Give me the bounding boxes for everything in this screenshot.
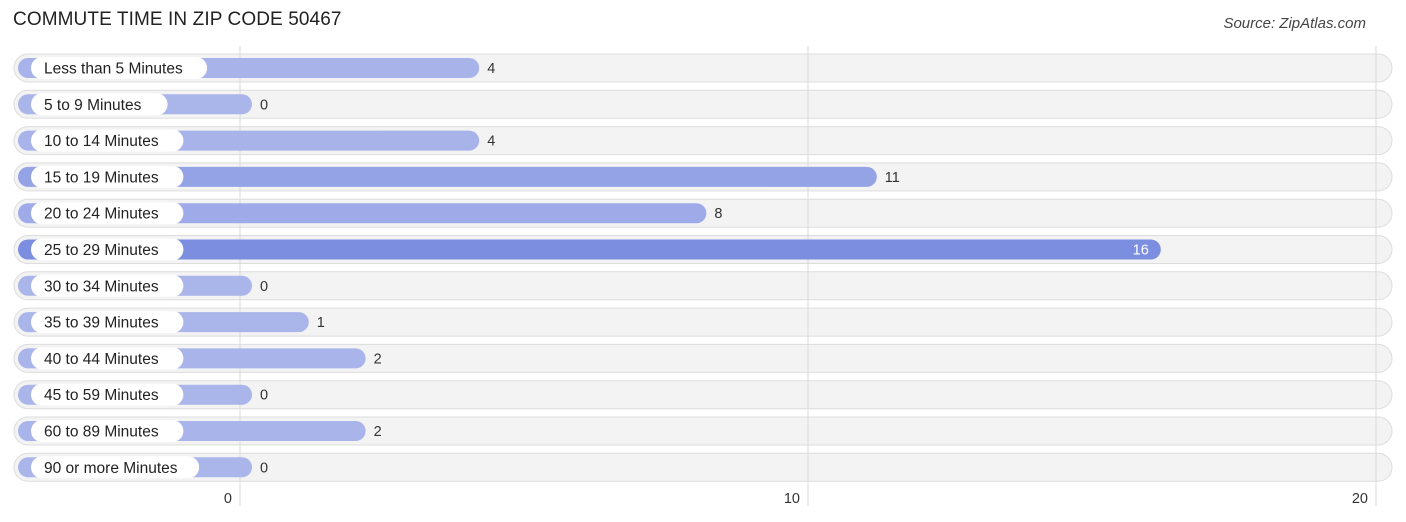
value-label: 4 [487,61,495,77]
value-label: 1 [317,315,325,331]
value-label: 16 [1133,243,1149,259]
value-label: 0 [260,388,268,404]
value-label: 8 [714,206,722,222]
category-label: 30 to 34 Minutes [44,278,159,295]
category-label: 40 to 44 Minutes [44,351,159,368]
value-label: 0 [260,279,268,295]
value-label: 2 [374,424,382,440]
category-label: 10 to 14 Minutes [44,133,159,150]
category-label: 15 to 19 Minutes [44,169,159,186]
category-label: 25 to 29 Minutes [44,242,159,259]
category-label: 5 to 9 Minutes [44,97,142,114]
x-tick-label: 10 [784,491,800,507]
bar [18,239,1161,260]
value-label: 2 [374,351,382,367]
value-label: 0 [260,460,268,476]
category-label: Less than 5 Minutes [44,61,183,78]
category-label: 45 to 59 Minutes [44,387,159,404]
category-label: 60 to 89 Minutes [44,424,159,441]
x-tick-label: 0 [224,491,232,507]
value-label: 4 [487,134,495,150]
value-label: 11 [885,170,900,186]
category-label: 20 to 24 Minutes [44,206,159,223]
category-label: 90 or more Minutes [44,460,178,477]
x-tick-label: 20 [1352,491,1368,507]
bar-chart: Less than 5 Minutes 4 5 to 9 Minutes 0 10 to… [13,46,1393,507]
value-label: 0 [260,97,268,113]
category-label: 35 to 39 Minutes [44,315,159,332]
